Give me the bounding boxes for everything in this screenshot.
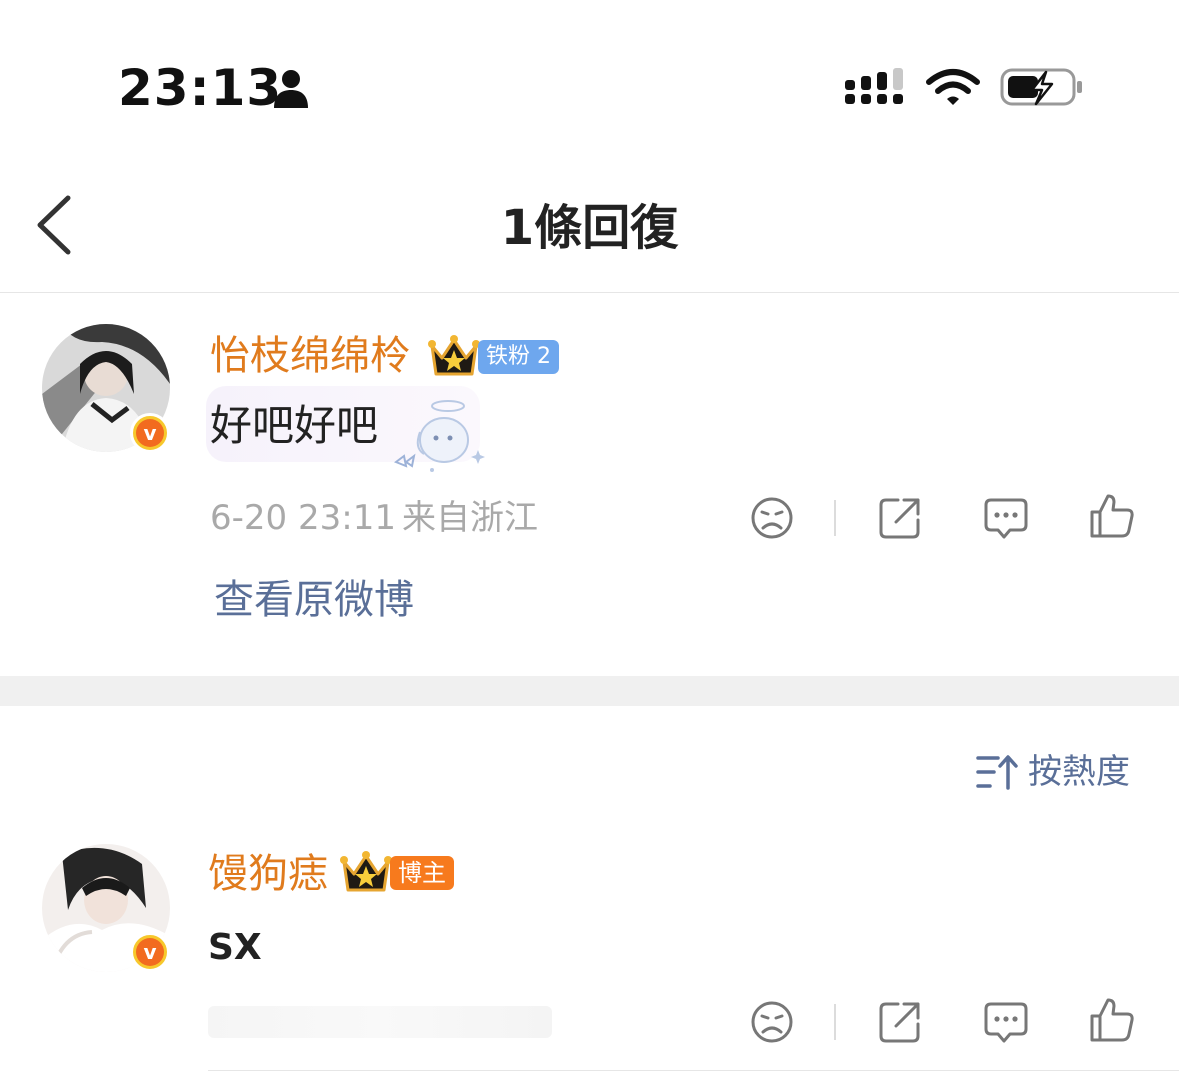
comment-location: 来自浙江 xyxy=(402,498,538,538)
blurred-meta xyxy=(208,1006,552,1038)
like-icon[interactable] xyxy=(1088,492,1136,540)
reply-username[interactable]: 馒狗痣 xyxy=(208,848,328,900)
blogger-badge: 博主 xyxy=(390,856,454,890)
view-original-link[interactable]: 查看原微博 xyxy=(214,574,414,626)
comment-icon[interactable] xyxy=(982,494,1030,542)
header-divider xyxy=(0,292,1179,293)
signal-icon xyxy=(845,68,903,104)
sad-face-icon[interactable] xyxy=(748,998,796,1046)
section-separator xyxy=(0,676,1179,706)
sad-face-icon[interactable] xyxy=(748,494,796,542)
sticker-icon xyxy=(393,400,485,472)
sort-button[interactable]: 按熱度 xyxy=(976,748,1130,796)
comment-text: 好吧好吧 xyxy=(210,401,379,450)
fan-level-badge: 铁粉 2 xyxy=(478,340,559,374)
share-icon[interactable] xyxy=(876,494,924,542)
verified-badge: v xyxy=(130,413,170,453)
comment-time: 6-20 23:11 xyxy=(210,498,396,538)
page-title: 1條回復 xyxy=(500,200,679,256)
crown-icon xyxy=(340,851,392,892)
share-icon[interactable] xyxy=(876,998,924,1046)
status-time: 23:13 xyxy=(118,59,283,117)
sort-icon xyxy=(976,755,1018,790)
verified-badge: v xyxy=(130,932,170,972)
comment-icon[interactable] xyxy=(982,998,1030,1046)
like-icon[interactable] xyxy=(1088,996,1136,1044)
sort-label: 按熱度 xyxy=(1028,752,1130,792)
comment-username[interactable]: 怡枝绵绵柃 xyxy=(210,330,410,382)
person-icon xyxy=(274,70,308,108)
reply-text: SX xyxy=(208,927,262,968)
battery-charging-icon xyxy=(1000,68,1082,106)
action-separator xyxy=(834,500,836,536)
reply-divider xyxy=(208,1070,1179,1071)
wifi-icon xyxy=(926,69,980,105)
crown-icon xyxy=(428,335,480,376)
action-separator xyxy=(834,1004,836,1040)
